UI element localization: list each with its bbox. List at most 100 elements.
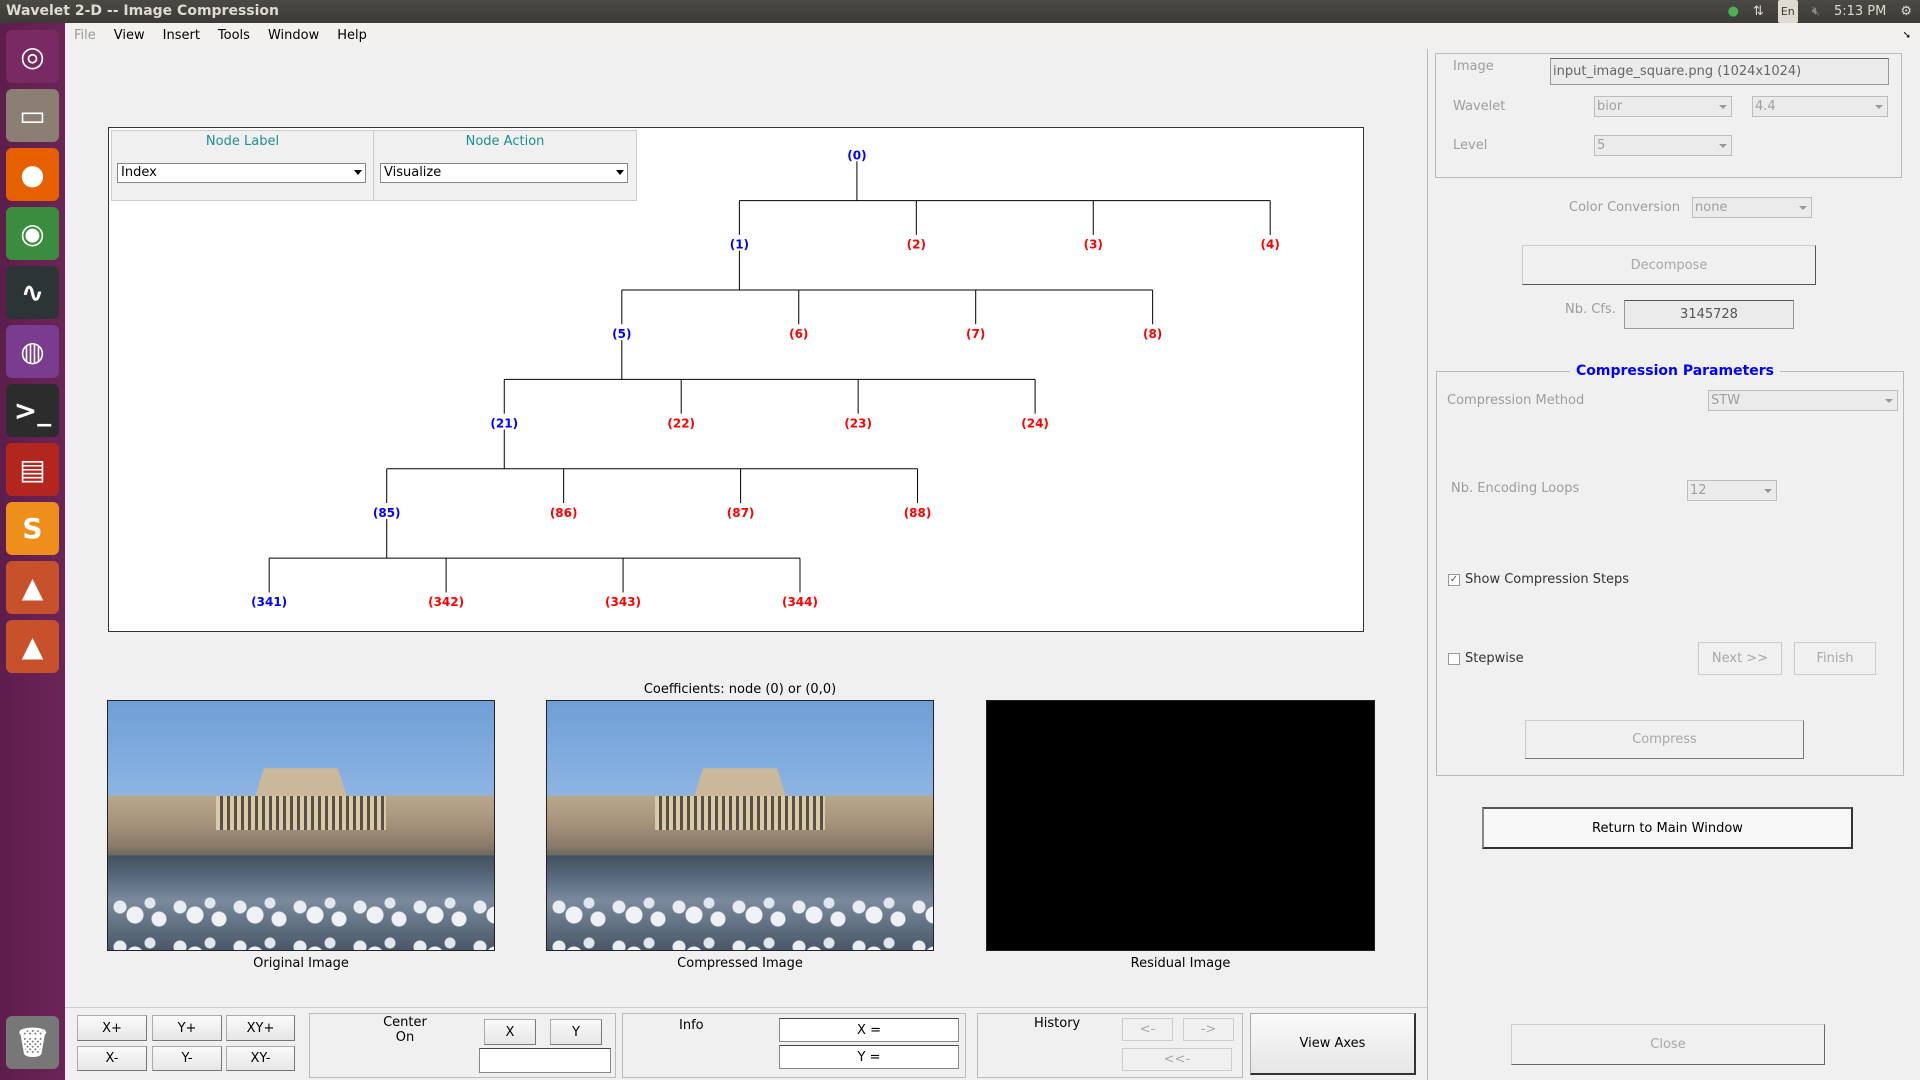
color-conversion-select[interactable]: none	[1692, 197, 1812, 218]
tree-node-3[interactable]: (3)	[1084, 238, 1103, 252]
show-compression-steps-checkbox[interactable]: ✓	[1448, 574, 1460, 586]
history-first-button[interactable]: <<-	[1122, 1048, 1232, 1071]
center-value-input[interactable]	[479, 1048, 611, 1073]
center-y-button[interactable]: Y	[550, 1019, 602, 1045]
tree-node-1[interactable]: (1)	[730, 238, 749, 252]
system-tray: ● ⇅ En 🔇︎ 5:13 PM ⚙	[1728, 0, 1912, 23]
history-label: History	[1034, 1016, 1081, 1031]
chevron-down-icon	[1885, 399, 1893, 403]
wavelet-number-select[interactable]: 4.4	[1752, 96, 1888, 117]
settings-gear-icon[interactable]: ⚙	[1900, 0, 1912, 23]
encoding-loops-label: Nb. Encoding Loops	[1451, 481, 1580, 496]
compress-button[interactable]: Compress	[1525, 720, 1804, 759]
xy-plus-button[interactable]: XY+	[226, 1015, 295, 1041]
files-icon[interactable]: ▭	[6, 89, 59, 142]
x-plus-button[interactable]: X+	[77, 1015, 147, 1041]
decompose-button[interactable]: Decompose	[1522, 245, 1816, 285]
xy-minus-button[interactable]: XY-	[226, 1046, 295, 1071]
tree-node-341[interactable]: (341)	[251, 595, 287, 609]
matlab-icon-2[interactable]: ▲	[6, 620, 59, 673]
volume-muted-icon[interactable]: 🔇︎	[1812, 0, 1820, 23]
tree-node-344[interactable]: (344)	[782, 595, 818, 609]
residual-image-caption: Residual Image	[1130, 956, 1231, 971]
tree-node-4[interactable]: (4)	[1261, 238, 1280, 252]
divider	[65, 1007, 1427, 1008]
encoding-loops-select[interactable]: 12	[1687, 480, 1777, 501]
tree-node-0[interactable]: (0)	[847, 148, 866, 162]
presentation-icon[interactable]: ▤	[6, 443, 59, 496]
tree-node-22[interactable]: (22)	[667, 416, 695, 430]
finish-button[interactable]: Finish	[1794, 642, 1876, 675]
wavelet-label: Wavelet	[1453, 99, 1506, 114]
chevron-down-icon	[1719, 105, 1727, 109]
tree-node-88[interactable]: (88)	[904, 506, 932, 520]
obs-icon[interactable]: ◍	[6, 325, 59, 378]
ubuntu-dash-icon[interactable]: ◎	[6, 30, 59, 83]
close-button[interactable]: Close	[1511, 1024, 1825, 1065]
chrome-indicator-icon[interactable]: ●	[1728, 0, 1739, 23]
chevron-down-icon	[1764, 489, 1772, 493]
tree-node-23[interactable]: (23)	[844, 416, 872, 430]
nb-cfs-field: 3145728	[1624, 300, 1794, 329]
menu-view[interactable]: View	[105, 28, 154, 43]
tree-node-342[interactable]: (342)	[428, 595, 464, 609]
trash-icon[interactable]: 🗑	[6, 1016, 59, 1069]
level-value: 5	[1597, 138, 1606, 153]
compressed-image[interactable]	[546, 700, 934, 951]
tree-node-24[interactable]: (24)	[1021, 416, 1049, 430]
sublime-text-icon[interactable]: S	[6, 502, 59, 555]
stepwise-checkbox[interactable]	[1448, 653, 1460, 665]
tree-node-85[interactable]: (85)	[373, 506, 401, 520]
nb-cfs-label: Nb. Cfs.	[1565, 302, 1616, 317]
chrome-icon[interactable]: ◉	[6, 207, 59, 260]
y-minus-button[interactable]: Y-	[152, 1046, 222, 1071]
tree-node-6[interactable]: (6)	[789, 327, 808, 341]
history-forward-button[interactable]: ->	[1183, 1018, 1234, 1041]
panel-divider	[1427, 49, 1428, 1080]
return-to-main-window-button[interactable]: Return to Main Window	[1482, 807, 1853, 849]
tree-node-2[interactable]: (2)	[907, 238, 926, 252]
y-plus-button[interactable]: Y+	[152, 1015, 222, 1041]
menu-help[interactable]: Help	[328, 28, 376, 43]
residual-image[interactable]	[986, 700, 1375, 951]
center-x-button[interactable]: X	[484, 1019, 536, 1045]
wavelet-tree-axes: Node Label Index Node Action Visualize (…	[108, 127, 1364, 632]
info-label: Info	[679, 1018, 704, 1033]
tree-node-7[interactable]: (7)	[966, 327, 985, 341]
history-back-button[interactable]: <-	[1122, 1018, 1173, 1041]
menu-file[interactable]: File	[65, 28, 105, 43]
menu-window[interactable]: Window	[259, 28, 328, 43]
tree-node-87[interactable]: (87)	[727, 506, 755, 520]
compression-method-select[interactable]: STW	[1708, 390, 1898, 411]
clock[interactable]: 5:13 PM	[1834, 0, 1886, 23]
wavelet-family-select[interactable]: bior	[1594, 96, 1732, 117]
terminal-icon[interactable]: >_	[6, 384, 59, 437]
tree-node-343[interactable]: (343)	[605, 595, 641, 609]
tree-node-86[interactable]: (86)	[550, 506, 578, 520]
compressed-image-caption: Compressed Image	[677, 956, 803, 971]
tree-diagram: (341) (342) (343) (344) (85) (86) (87) (88) (21)…	[251, 148, 1280, 609]
compression-parameters-title: Compression Parameters	[1570, 363, 1781, 379]
original-image[interactable]	[107, 700, 495, 951]
x-minus-button[interactable]: X-	[77, 1046, 147, 1071]
color-conversion-label: Color Conversion	[1569, 200, 1680, 215]
view-axes-button[interactable]: View Axes	[1250, 1013, 1416, 1075]
menu-insert[interactable]: Insert	[154, 28, 209, 43]
network-icon[interactable]: ⇅	[1753, 0, 1764, 23]
matlab-icon[interactable]: ▲	[6, 561, 59, 614]
original-image-caption: Original Image	[253, 956, 349, 971]
level-select[interactable]: 5	[1594, 135, 1732, 156]
tree-node-5[interactable]: (5)	[612, 327, 631, 341]
tree-node-21[interactable]: (21)	[490, 416, 518, 430]
info-x-field: X =	[779, 1018, 959, 1042]
image-label: Image	[1453, 59, 1494, 74]
show-compression-steps-label: Show Compression Steps	[1465, 572, 1630, 587]
menu-tools[interactable]: Tools	[209, 28, 259, 43]
next-button[interactable]: Next >>	[1698, 642, 1782, 675]
firefox-icon[interactable]: ●	[6, 148, 59, 201]
undock-icon[interactable]: ➘	[1894, 30, 1920, 41]
tree-node-8[interactable]: (8)	[1143, 327, 1162, 341]
system-monitor-icon[interactable]: ∿	[6, 266, 59, 319]
stepwise-label: Stepwise	[1465, 651, 1524, 666]
keyboard-language[interactable]: En	[1777, 0, 1798, 23]
